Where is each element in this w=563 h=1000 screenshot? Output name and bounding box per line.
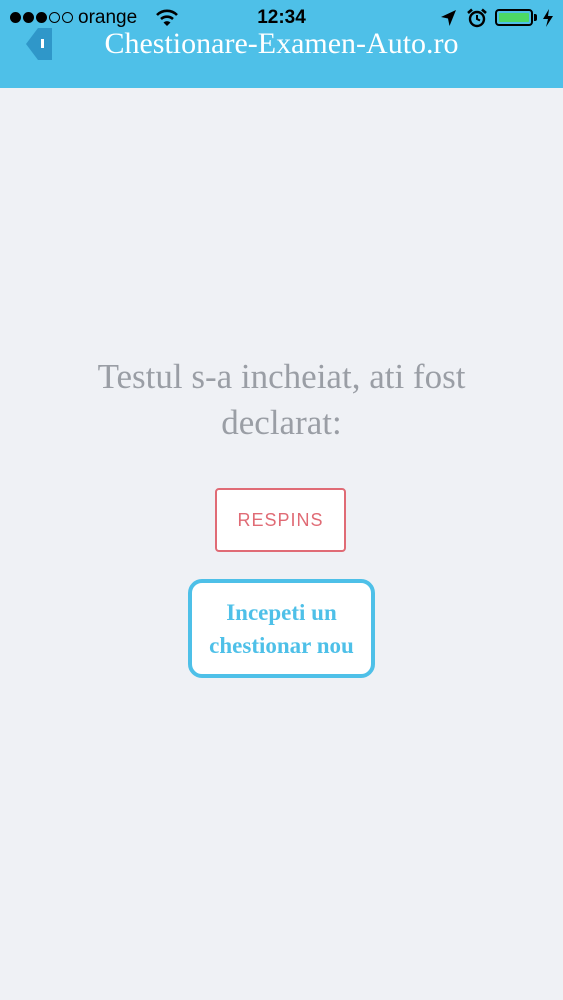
- new-quiz-button[interactable]: Incepeti un chestionar nou: [188, 579, 375, 678]
- app-header: orange 12:34 Chestionare-Examen-Auto.ro: [0, 0, 563, 88]
- battery-icon: [495, 9, 533, 26]
- battery-tip: [534, 14, 537, 21]
- result-message: Testul s-a incheiat, ati fost declarat:: [97, 357, 466, 442]
- result-badge: RESPINS: [215, 488, 346, 552]
- app-title: Chestionare-Examen-Auto.ro: [104, 27, 459, 60]
